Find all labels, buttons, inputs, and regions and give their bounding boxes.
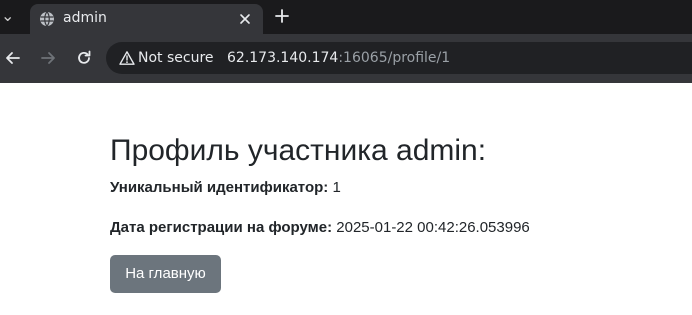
user-id-value: 1 (332, 179, 341, 196)
close-icon[interactable] (236, 10, 254, 28)
browser-chrome: ⌄ admin Not secure 62.173.140.174:16065/… (0, 0, 692, 83)
user-id-row: Уникальный идентификатор: 1 (110, 178, 341, 198)
registration-date-row: Дата регистрации на форуме: 2025-01-22 0… (110, 218, 530, 238)
reload-icon[interactable] (74, 48, 94, 68)
globe-icon (40, 11, 54, 27)
url-text[interactable]: 62.173.140.174:16065/profile/1 (227, 49, 450, 67)
tab-title: admin (63, 10, 107, 26)
url-path: :16065/profile/1 (338, 50, 451, 66)
forward-arrow-icon[interactable] (38, 48, 58, 68)
security-label[interactable]: Not secure (138, 49, 214, 67)
registration-date-value: 2025-01-22 00:42:26.053996 (336, 219, 530, 236)
user-id-label: Уникальный идентификатор: (110, 179, 329, 196)
tab-admin[interactable]: admin (30, 4, 263, 34)
home-button[interactable]: На главную (110, 255, 221, 293)
warning-icon[interactable] (119, 50, 135, 66)
address-bar[interactable]: Not secure 62.173.140.174:16065/profile/… (106, 42, 692, 74)
browser-toolbar: Not secure 62.173.140.174:16065/profile/… (0, 34, 692, 83)
tab-search-button[interactable]: ⌄ (0, 0, 28, 34)
registration-date-label: Дата регистрации на форуме: (110, 219, 333, 236)
tab-strip: ⌄ admin (0, 0, 692, 34)
url-host: 62.173.140.174 (227, 50, 339, 66)
plus-icon[interactable] (272, 6, 292, 26)
page-title: Профиль участника admin: (110, 134, 487, 167)
page-content: Профиль участника admin: Уникальный иден… (0, 83, 692, 315)
back-arrow-icon[interactable] (3, 48, 23, 68)
chevron-down-icon: ⌄ (1, 6, 15, 25)
